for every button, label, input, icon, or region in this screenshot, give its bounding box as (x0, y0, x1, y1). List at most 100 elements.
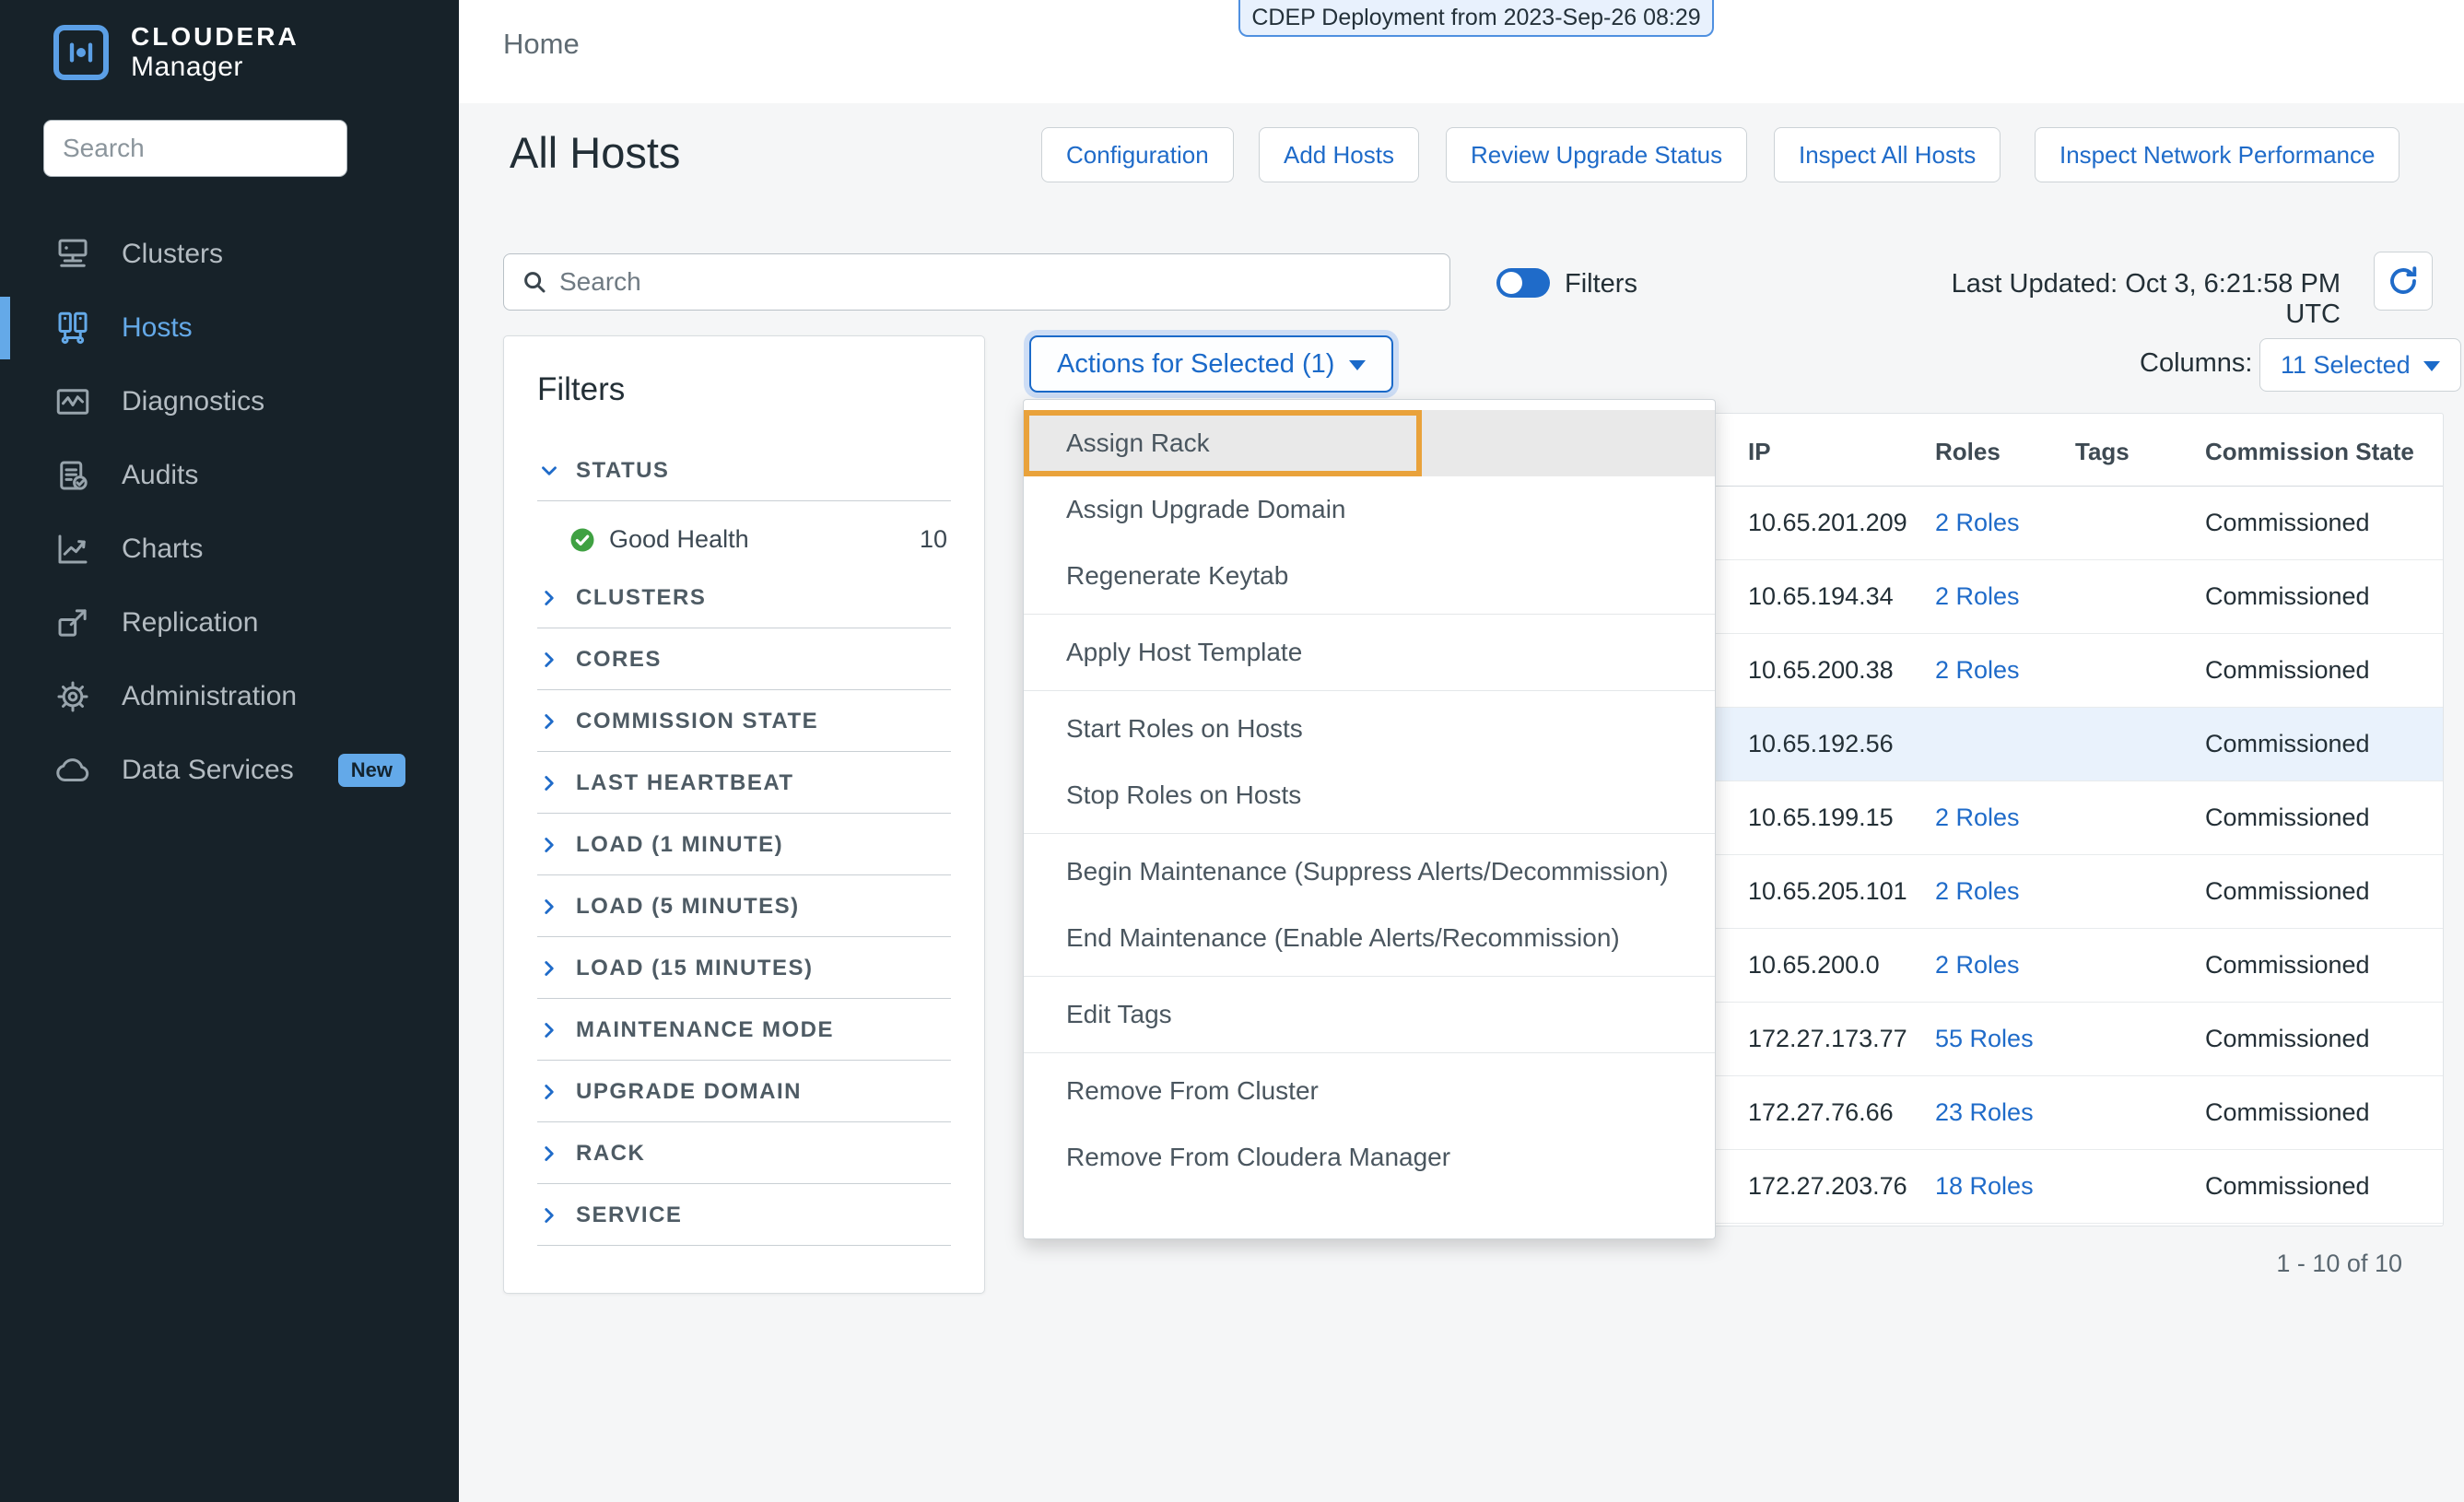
menu-item-end-maintenance-enable-alerts-recommission[interactable]: End Maintenance (Enable Alerts/Recommiss… (1024, 905, 1715, 971)
cell-roles-link[interactable]: 23 Roles (1935, 1098, 2034, 1127)
audits-icon (53, 456, 92, 495)
filter-section-label: LOAD (1 MINUTE) (576, 832, 783, 858)
cell-ip: 172.27.203.76 (1748, 1172, 1907, 1201)
columns-selected-value: 11 Selected (2281, 351, 2411, 380)
actions-for-selected-label: Actions for Selected (1) (1057, 349, 1334, 380)
sidebar-item-label: Replication (122, 607, 258, 639)
cloudera-manager-logo[interactable]: CLOUDERA Manager (53, 22, 299, 83)
columns-label: Columns: (2140, 348, 2253, 379)
sidebar-item-data-services[interactable]: Data Services New (0, 733, 459, 807)
cell-roles-link[interactable]: 2 Roles (1935, 804, 2020, 832)
sidebar-item-label: Data Services (122, 755, 294, 786)
cell-roles-link[interactable]: 2 Roles (1935, 951, 2020, 980)
column-header-ip[interactable]: IP (1748, 438, 1771, 466)
filter-section-label: LOAD (5 MINUTES) (576, 894, 800, 920)
filter-section-cores[interactable]: CORES (537, 640, 951, 680)
filter-section-upgrade-domain[interactable]: UPGRADE DOMAIN (537, 1072, 951, 1112)
replication-icon (53, 604, 92, 642)
filter-section-last-heartbeat[interactable]: LAST HEARTBEAT (537, 763, 951, 804)
column-header-roles[interactable]: Roles (1935, 438, 2001, 466)
menu-group: Remove From ClusterRemove From Cloudera … (1024, 1053, 1715, 1195)
filter-section-rack[interactable]: RACK (537, 1133, 951, 1174)
menu-group: Start Roles on HostsStop Roles on Hosts (1024, 691, 1715, 834)
filter-section-label: SERVICE (576, 1203, 682, 1228)
sidebar-item-administration[interactable]: Administration (0, 660, 459, 733)
menu-item-assign-upgrade-domain[interactable]: Assign Upgrade Domain (1024, 476, 1715, 543)
menu-group: Edit Tags (1024, 977, 1715, 1053)
filter-section-service[interactable]: SERVICE (537, 1195, 951, 1236)
sidebar-item-diagnostics[interactable]: Diagnostics (0, 365, 459, 439)
cell-roles-link[interactable]: 2 Roles (1935, 656, 2020, 685)
columns-selector-button[interactable]: 11 Selected (2259, 338, 2461, 392)
sidebar-search-input[interactable] (43, 120, 347, 177)
filter-section-label: RACK (576, 1141, 645, 1167)
menu-item-remove-from-cluster[interactable]: Remove From Cluster (1024, 1058, 1715, 1124)
menu-item-start-roles-on-hosts[interactable]: Start Roles on Hosts (1024, 696, 1715, 762)
divider (537, 751, 951, 752)
new-badge: New (338, 754, 405, 787)
add-hosts-button[interactable]: Add Hosts (1259, 127, 1419, 182)
cell-roles-link[interactable]: 18 Roles (1935, 1172, 2034, 1201)
chevron-down-icon (537, 459, 561, 483)
filter-section-label: LOAD (15 MINUTES) (576, 956, 814, 981)
filter-option-good-health[interactable]: Good Health 10 (537, 512, 951, 578)
cell-roles-link[interactable]: 55 Roles (1935, 1025, 2034, 1053)
actions-for-selected-button[interactable]: Actions for Selected (1) (1029, 335, 1393, 393)
sidebar-item-clusters[interactable]: Clusters (0, 217, 459, 291)
cell-ip: 172.27.76.66 (1748, 1098, 1894, 1127)
menu-group: Begin Maintenance (Suppress Alerts/Decom… (1024, 834, 1715, 977)
menu-group: Apply Host Template (1024, 615, 1715, 691)
cell-ip: 10.65.201.209 (1748, 509, 1907, 537)
breadcrumb-home: Home (503, 28, 580, 61)
menu-item-remove-from-cloudera-manager[interactable]: Remove From Cloudera Manager (1024, 1124, 1715, 1191)
configuration-button[interactable]: Configuration (1041, 127, 1234, 182)
filters-toggle[interactable] (1496, 268, 1550, 298)
filters-toggle-label: Filters (1565, 269, 1637, 299)
divider (537, 1121, 951, 1122)
menu-item-begin-maintenance-suppress-alerts-decommission[interactable]: Begin Maintenance (Suppress Alerts/Decom… (1024, 839, 1715, 905)
hosts-search-input[interactable] (559, 267, 1433, 297)
cell-roles-link[interactable]: 2 Roles (1935, 509, 2020, 537)
filter-section-load-5-minutes[interactable]: LOAD (5 MINUTES) (537, 886, 951, 927)
filter-section-commission-state[interactable]: COMMISSION STATE (537, 701, 951, 742)
sidebar-item-audits[interactable]: Audits (0, 439, 459, 512)
filter-section-load-1-minute[interactable]: LOAD (1 MINUTE) (537, 825, 951, 865)
highlight-callout-box (1024, 410, 1422, 476)
sidebar-item-label: Diagnostics (122, 386, 264, 417)
inspect-all-hosts-button[interactable]: Inspect All Hosts (1774, 127, 2001, 182)
filter-section-load-15-minutes[interactable]: LOAD (15 MINUTES) (537, 948, 951, 989)
filter-section-maintenance-mode[interactable]: MAINTENANCE MODE (537, 1010, 951, 1050)
cell-commission-state: Commissioned (2205, 1098, 2370, 1127)
filter-section-status[interactable]: STATUS (537, 451, 951, 491)
search-icon (521, 268, 548, 296)
filters-panel-title: Filters (537, 371, 951, 408)
sidebar-item-charts[interactable]: Charts (0, 512, 459, 586)
menu-item-assign-rack[interactable]: Assign Rack (1024, 410, 1715, 476)
inspect-network-performance-button[interactable]: Inspect Network Performance (2035, 127, 2399, 182)
divider (537, 1060, 951, 1061)
cell-commission-state: Commissioned (2205, 656, 2370, 685)
menu-item-edit-tags[interactable]: Edit Tags (1024, 981, 1715, 1048)
administration-icon (53, 677, 92, 716)
cell-roles-link[interactable]: 2 Roles (1935, 877, 2020, 906)
pagination-info: 1 - 10 of 10 (1997, 1250, 2402, 1278)
filter-section-clusters[interactable]: CLUSTERS (537, 578, 951, 618)
chevron-right-icon (537, 1080, 561, 1104)
cell-commission-state: Commissioned (2205, 804, 2370, 832)
menu-item-regenerate-keytab[interactable]: Regenerate Keytab (1024, 543, 1715, 609)
column-header-commission-state[interactable]: Commission State (2205, 438, 2414, 466)
divider (537, 813, 951, 814)
sidebar-item-hosts[interactable]: Hosts (0, 291, 459, 365)
menu-item-stop-roles-on-hosts[interactable]: Stop Roles on Hosts (1024, 762, 1715, 828)
review-upgrade-status-button[interactable]: Review Upgrade Status (1446, 127, 1747, 182)
column-header-tags[interactable]: Tags (2075, 438, 2130, 466)
cell-roles-link[interactable]: 2 Roles (1935, 582, 2020, 611)
filter-section-label: LAST HEARTBEAT (576, 770, 794, 796)
sidebar-item-replication[interactable]: Replication (0, 586, 459, 660)
menu-item-apply-host-template[interactable]: Apply Host Template (1024, 619, 1715, 686)
caret-down-icon (1349, 360, 1366, 370)
logo-title: CLOUDERA (131, 22, 299, 52)
divider (537, 998, 951, 999)
refresh-button[interactable] (2374, 252, 2433, 311)
chevron-right-icon (537, 1142, 561, 1166)
